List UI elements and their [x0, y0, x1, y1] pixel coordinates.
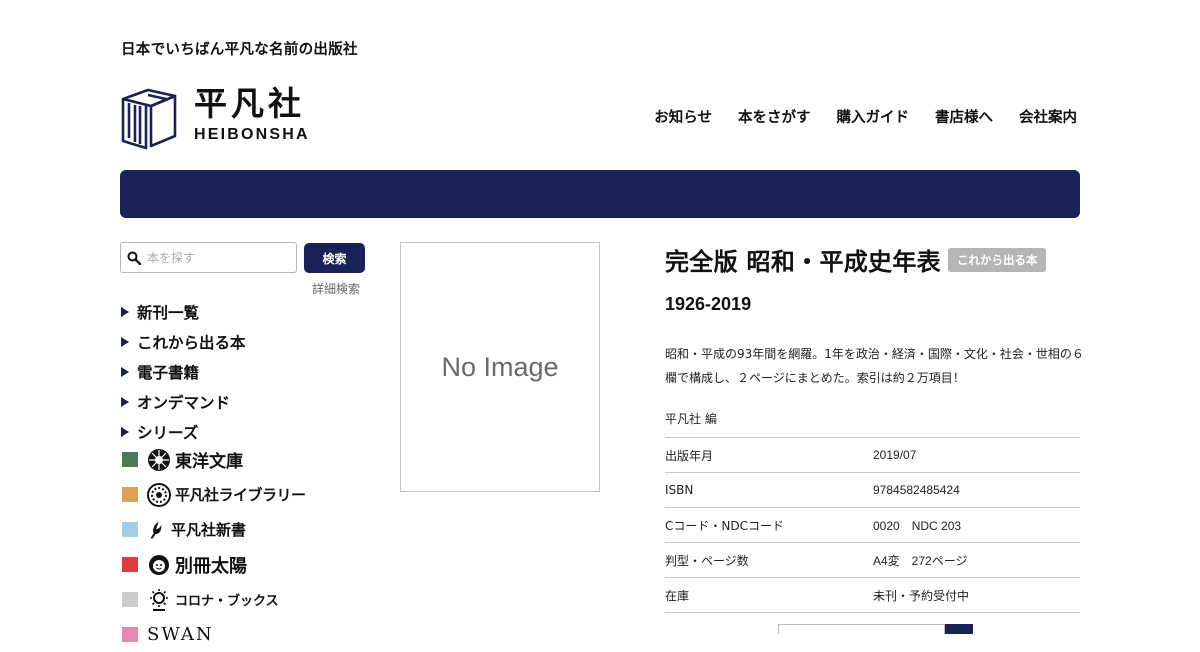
book-stack-logo-icon [121, 88, 177, 150]
triangle-right-icon [121, 367, 129, 377]
book-cover-placeholder: No Image [400, 242, 600, 492]
spec-key: ISBN [665, 483, 694, 497]
nav-for-bookstores[interactable]: 書店様へ [935, 106, 993, 127]
heibonsha-library-logo: 平凡社ライブラリー [147, 482, 306, 507]
nav-news[interactable]: お知らせ [654, 106, 712, 127]
series-color-swatch [122, 522, 138, 537]
main-nav: お知らせ 本をさがす 購入ガイド 書店様へ 会社案内 [654, 106, 1077, 127]
series-name: 平凡社新書 [171, 521, 247, 539]
nav-purchase-guide[interactable]: 購入ガイド [837, 106, 910, 127]
book-spec-table: 出版年月 2019/07 ISBN 9784582485424 Cコード・NDCコー… [665, 437, 1080, 613]
corona-books-logo: コロナ・ブックス [147, 588, 279, 612]
bessatsu-taiyo-logo: 別冊太陽 [147, 552, 247, 578]
spec-value: 未刊・予約受付中 [873, 588, 970, 603]
spec-key: 在庫 [665, 588, 690, 603]
search-icon [127, 251, 141, 265]
sidebar-item-upcoming[interactable]: これから出る本 [120, 327, 246, 357]
sidebar-item-label: これから出る本 [137, 334, 246, 352]
sidebar-item-label: オンデマンド [137, 394, 231, 412]
spec-row: 出版年月 2019/07 [665, 437, 1080, 473]
book-author: 平凡社 編 [665, 412, 717, 426]
book-title: 完全版 昭和・平成史年表 [665, 248, 941, 276]
status-badge: これから出る本 [947, 247, 1047, 272]
sidebar-menu: 新刊一覧 これから出る本 電子書籍 オンデマンド シリーズ [120, 297, 246, 447]
triangle-right-icon [121, 307, 129, 317]
series-color-swatch [122, 452, 138, 467]
heibonsha-library-emblem-icon [147, 482, 171, 507]
purchase-button[interactable] [945, 624, 973, 634]
series-item-swan[interactable]: SWAN [120, 617, 306, 652]
search-button[interactable]: 検索 [304, 243, 365, 273]
header-banner [120, 170, 1080, 218]
spec-row: 在庫 未刊・予約受付中 [665, 577, 1080, 613]
spec-key: Cコード・NDCコード [665, 518, 784, 533]
sidebar-item-new-releases[interactable]: 新刊一覧 [120, 297, 246, 327]
series-name: 東洋文庫 [175, 452, 243, 472]
series-name: 別冊太陽 [175, 555, 247, 577]
series-list: 東洋文庫 平凡社ライブラリー 平凡社新書 別冊太陽 コロナ・ブックス SWAN [120, 442, 306, 652]
sidebar-item-ebooks[interactable]: 電子書籍 [120, 357, 246, 387]
series-color-swatch [122, 627, 138, 642]
bessatsu-taiyo-emblem-icon [149, 554, 169, 575]
triangle-right-icon [121, 427, 129, 437]
triangle-right-icon [121, 337, 129, 347]
spec-key: 出版年月 [665, 448, 714, 463]
spec-value: A4変 272ページ [873, 553, 968, 568]
series-color-swatch [122, 487, 138, 502]
series-name: SWAN [147, 624, 214, 645]
advanced-search-link[interactable]: 詳細検索 [312, 280, 360, 297]
toyo-bunko-emblem-icon [148, 448, 170, 471]
heibonsha-shinsho-emblem-icon [150, 521, 162, 538]
site-logo[interactable]: 平凡社 HEIBONSHA [120, 84, 310, 150]
series-item-heibonsha-library[interactable]: 平凡社ライブラリー [120, 477, 306, 512]
spec-row: Cコード・NDCコード 0020 NDC 203 [665, 507, 1080, 543]
spec-value: 0020 NDC 203 [873, 518, 962, 533]
search-box [120, 242, 297, 273]
logo-wordmark-en: HEIBONSHA [194, 126, 310, 143]
series-name: コロナ・ブックス [175, 594, 279, 609]
no-image-text: No Image [441, 351, 559, 382]
corona-books-emblem-icon [150, 588, 168, 611]
series-item-heibonsha-shinsho[interactable]: 平凡社新書 [120, 512, 306, 547]
swan-logo: SWAN [147, 624, 214, 645]
site-tagline: 日本でいちばん平凡な名前の出版社 [121, 42, 358, 58]
spec-value: 9784582485424 [873, 483, 960, 497]
book-title-row: 完全版 昭和・平成史年表 これから出る本 [665, 242, 1047, 277]
logo-wordmark-jp: 平凡社 [194, 84, 305, 123]
spec-row: ISBN 9784582485424 [665, 472, 1080, 508]
search-input[interactable] [147, 250, 287, 265]
series-color-swatch [122, 557, 138, 572]
series-item-toyo-bunko[interactable]: 東洋文庫 [120, 442, 306, 477]
spec-key: 判型・ページ数 [665, 553, 749, 568]
triangle-right-icon [121, 397, 129, 407]
sidebar-item-label: 新刊一覧 [137, 304, 200, 322]
nav-find-books[interactable]: 本をさがす [738, 106, 811, 127]
spec-row: 判型・ページ数 A4変 272ページ [665, 542, 1080, 578]
heibonsha-shinsho-logo: 平凡社新書 [147, 518, 246, 542]
book-description: 昭和・平成の93年間を網羅。1年を政治・経済・国際・文化・社会・世相の６欄で構成… [665, 347, 1084, 385]
series-name: 平凡社ライブラリー [175, 486, 306, 504]
book-subtitle: 1926-2019 [665, 294, 752, 314]
nav-company-info[interactable]: 会社案内 [1019, 106, 1077, 127]
purchase-row-partial [665, 624, 1080, 634]
series-item-bessatsu-taiyo[interactable]: 別冊太陽 [120, 547, 306, 582]
spec-value: 2019/07 [873, 448, 917, 462]
sidebar-item-label: 電子書籍 [137, 364, 200, 382]
series-color-swatch [122, 592, 138, 607]
sidebar-item-on-demand[interactable]: オンデマンド [120, 387, 246, 417]
toyo-bunko-logo: 東洋文庫 [147, 447, 243, 472]
series-item-corona-books[interactable]: コロナ・ブックス [120, 582, 306, 617]
purchase-input[interactable] [778, 624, 945, 634]
sidebar-item-label: シリーズ [137, 424, 199, 442]
